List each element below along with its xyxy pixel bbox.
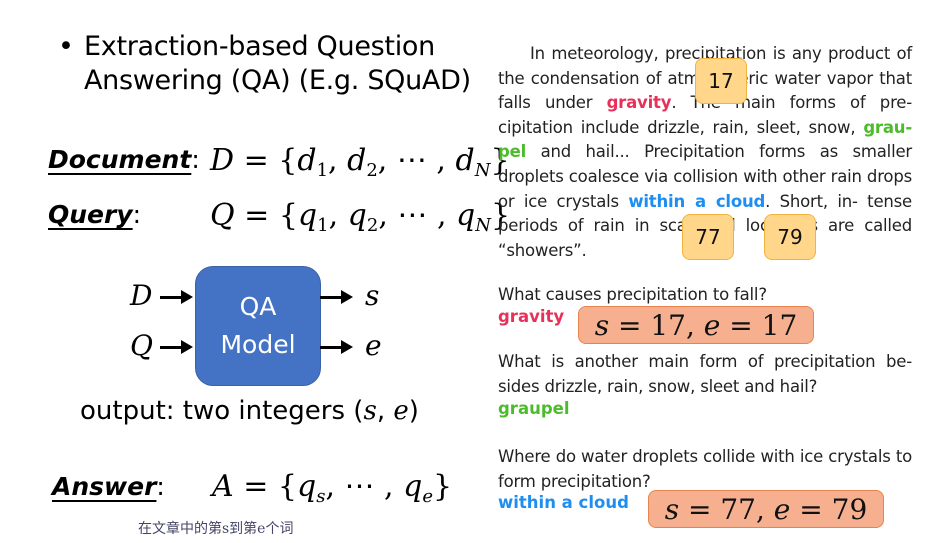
formula-sub: 2 (366, 215, 379, 236)
arrow-q-to-model (160, 340, 193, 354)
bullet-title: • Extraction-based Question Answering (QA… (58, 30, 471, 98)
bullet-title-line1: Extraction-based Question (84, 31, 435, 62)
query-formula: Q = {q1, q2, ⋯ , qN} (210, 198, 511, 236)
highlight-cloud: within a cloud (628, 191, 766, 211)
token-index-badge-77: 77 (682, 214, 734, 260)
document-formula: D = {d1, d2, ⋯ , dN} (210, 143, 510, 181)
document-colon: : (191, 145, 200, 174)
answer-3: within a cloud (498, 493, 629, 512)
span-start: 17 (650, 308, 686, 342)
document-row: Document: (48, 145, 200, 174)
answer-row: Answer: (52, 472, 165, 501)
qa-model-line2: Model (220, 330, 296, 359)
output-s-label: s (365, 279, 380, 312)
question-2: What is another main form of precipitati… (498, 352, 912, 396)
span-box-3: s = 77, e = 79 (648, 490, 884, 528)
bullet-dot: • (58, 31, 74, 62)
arrow-d-to-model (160, 290, 193, 304)
answer-colon: : (156, 472, 165, 501)
formula-item: d (297, 143, 317, 178)
query-label: Query (48, 200, 133, 229)
formula-item: d (455, 143, 475, 178)
formula-item: q (297, 198, 318, 233)
token-index-badge-17: 17 (695, 58, 747, 104)
span-end: 79 (831, 492, 868, 526)
answer-2: graupel (498, 399, 570, 418)
query-row: Query: (48, 200, 141, 229)
formula-sub: 1 (316, 160, 329, 181)
span-start: 77 (720, 492, 756, 526)
formula-item: d (347, 143, 367, 178)
output-var-s: s (363, 396, 377, 426)
formula-item: q (347, 198, 367, 233)
question-3: Where do water droplets collide with ice… (498, 447, 912, 491)
input-q-label: Q (130, 329, 153, 362)
arrow-model-to-e (320, 340, 353, 354)
qa-model-line1: QA (239, 292, 277, 321)
formula-lhs: Q (210, 198, 235, 233)
output-description: output: two integers (s, e) (80, 396, 419, 426)
formula-sub: N (475, 215, 491, 236)
token-index-badge-79: 79 (764, 214, 816, 260)
answer-label: Answer (52, 472, 157, 501)
formula-lhs: D (210, 143, 235, 178)
bullet-title-line2: Answering (QA) (E.g. SQuAD) (84, 65, 471, 96)
formula-sub: 2 (366, 160, 378, 181)
chinese-note: 在文章中的第s到第e个词 (138, 521, 294, 537)
answer-1: gravity (498, 307, 565, 326)
input-d-label: D (130, 279, 153, 312)
span-end: 17 (761, 308, 798, 342)
formula-sub: N (474, 160, 491, 181)
formula-lhs: A (212, 469, 234, 504)
query-colon: : (132, 200, 142, 229)
answer-formula: A = {qs, ⋯ , qe} (212, 469, 453, 507)
arrow-model-to-s (320, 290, 353, 304)
formula-sub: e (422, 486, 433, 507)
span-box-1: s = 17, e = 17 (578, 306, 814, 344)
document-label: Document (48, 145, 192, 174)
formula-item: q (456, 198, 476, 233)
output-var-e: e (393, 396, 409, 426)
output-text: output: two integers (80, 396, 346, 426)
highlight-gravity: gravity (606, 93, 672, 113)
question-1: What causes precipitation to fall? (498, 285, 767, 304)
qa-model-box: QA Model (195, 266, 321, 386)
formula-sub: 1 (317, 215, 329, 236)
output-e-label: e (365, 329, 382, 362)
